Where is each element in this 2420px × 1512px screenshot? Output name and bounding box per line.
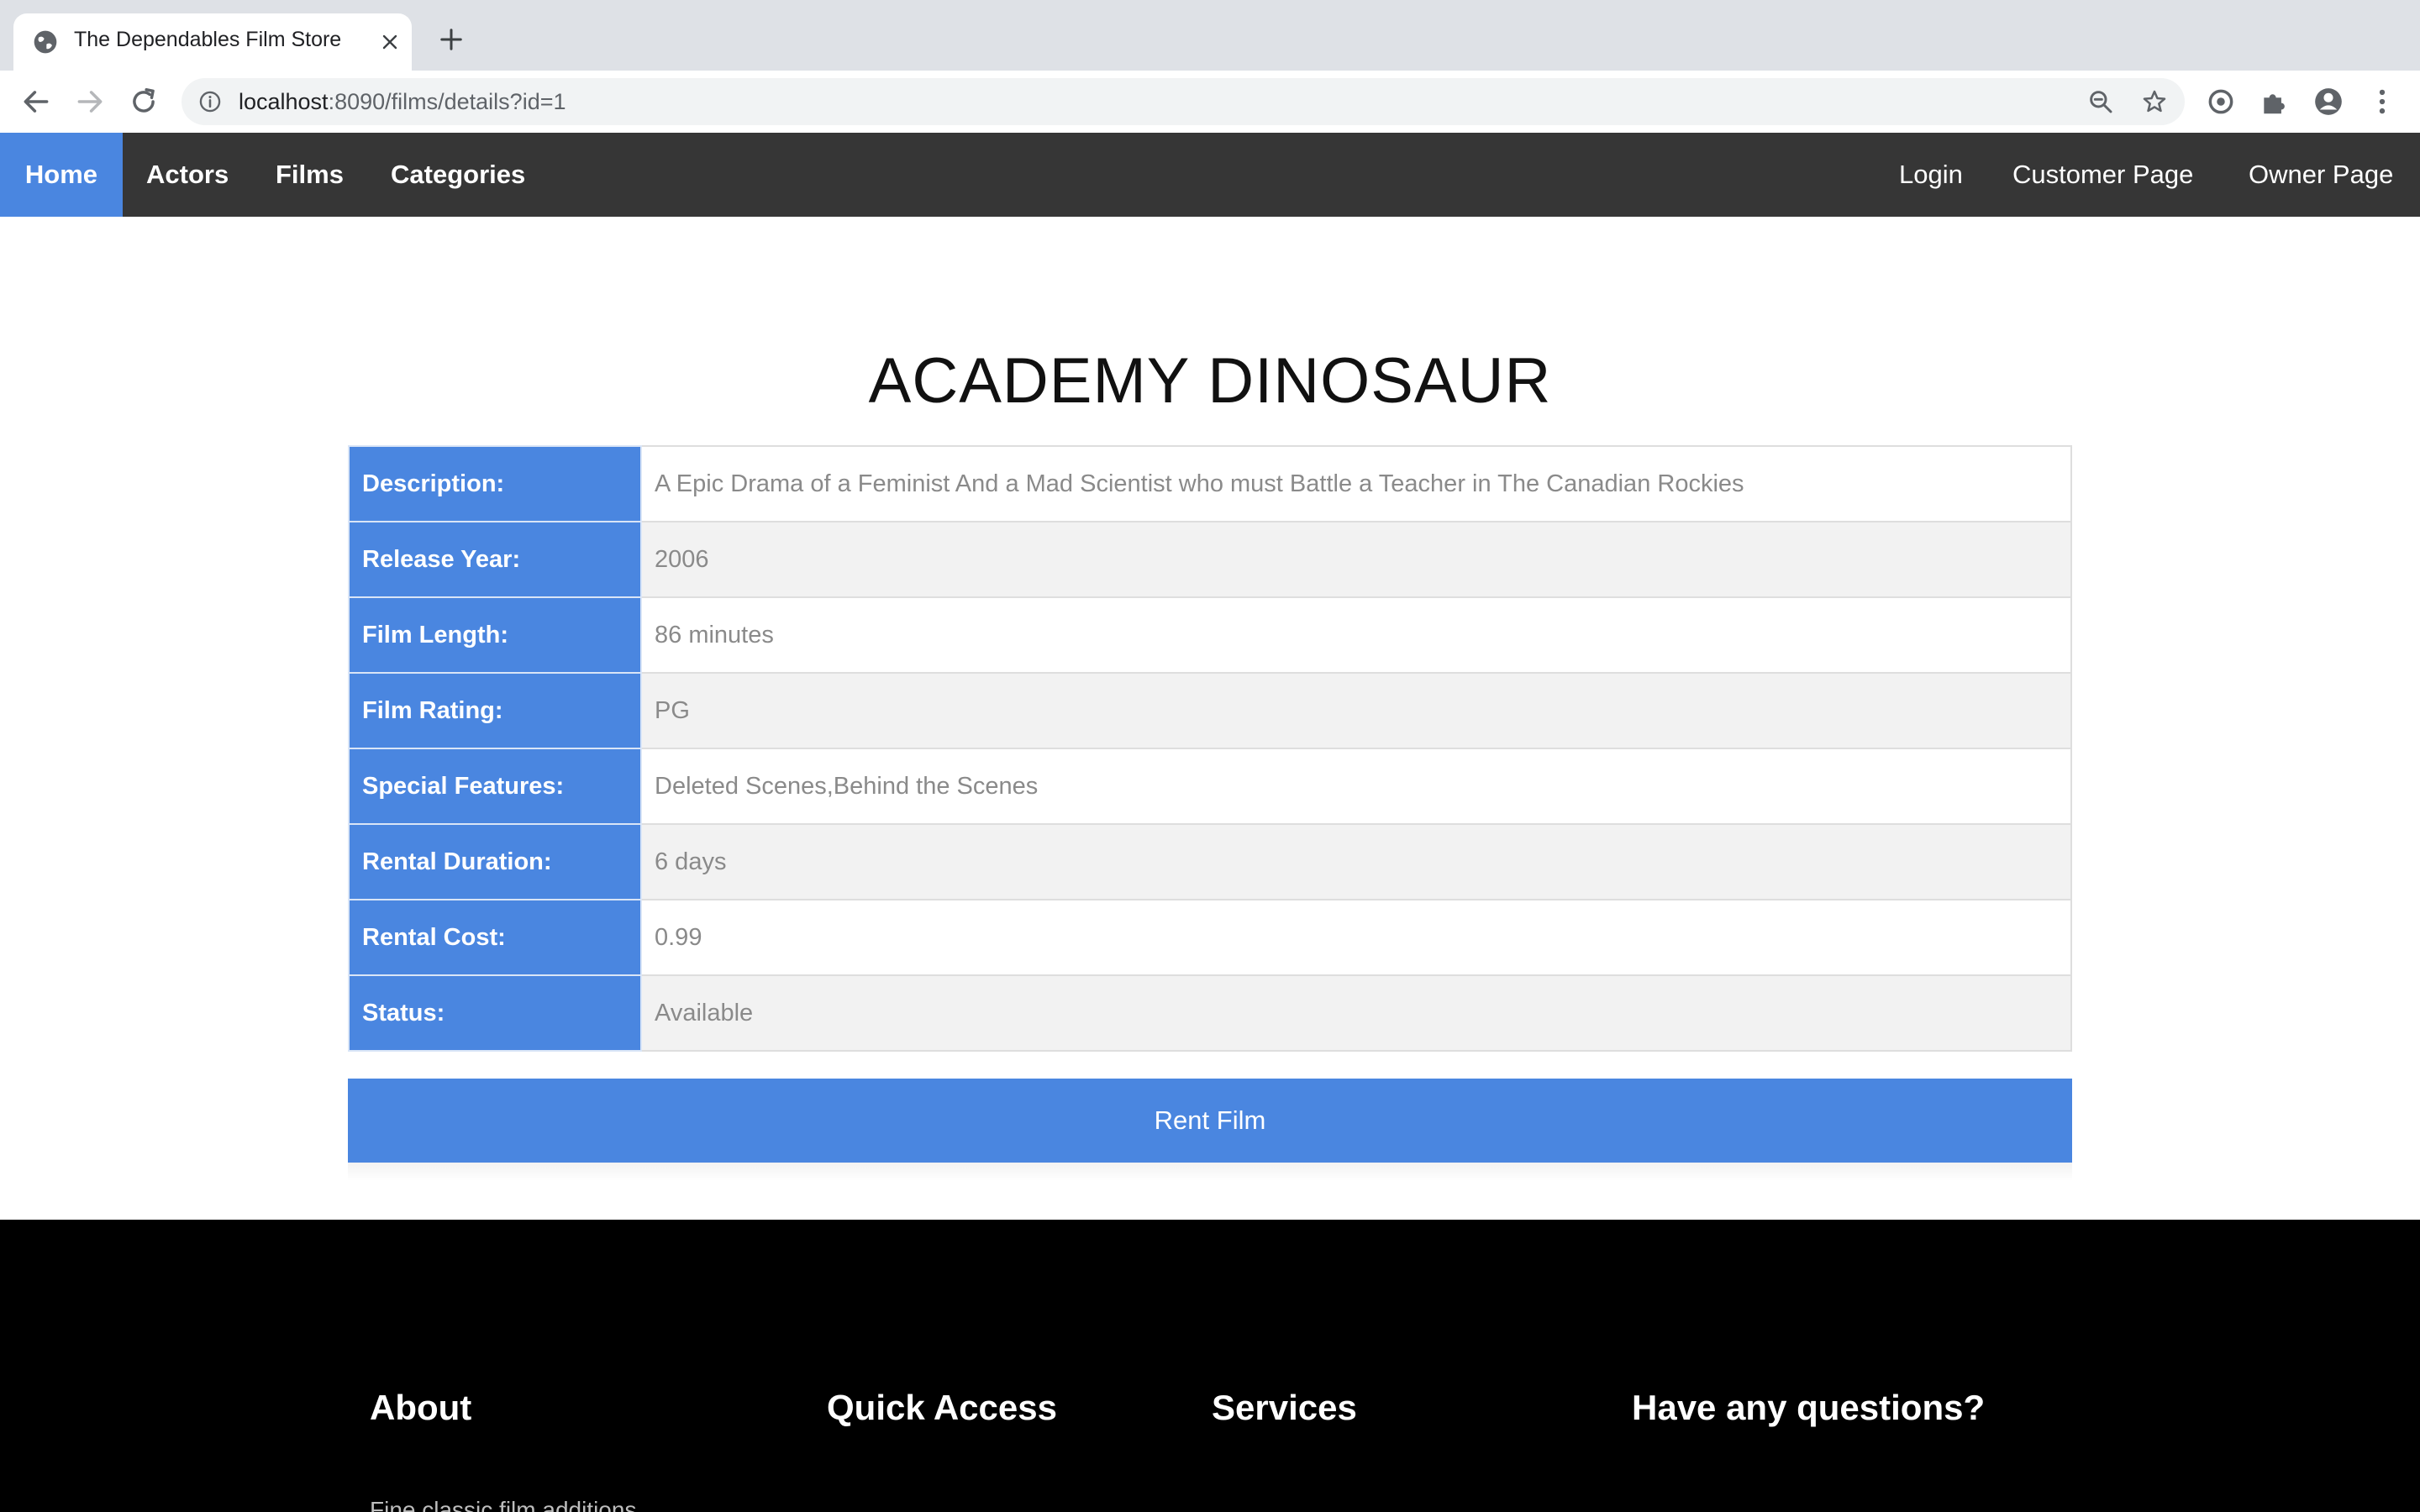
reload-icon[interactable]: [128, 86, 160, 118]
details-row-rental-cost: Rental Cost: 0.99: [348, 899, 2072, 976]
footer-heading-about: About: [370, 1388, 472, 1427]
tab-title: The Dependables Film Store: [74, 28, 342, 51]
details-row-status: Status: Available: [348, 974, 2072, 1052]
browser-tab[interactable]: The Dependables Film Store: [13, 13, 412, 71]
site-footer: About Quick Access Services Have any que…: [0, 1220, 2420, 1512]
nav-films[interactable]: Films: [276, 133, 344, 217]
footer-heading-services: Services: [1212, 1388, 1357, 1427]
extensions-puzzle-icon[interactable]: [2259, 86, 2291, 118]
rent-film-button[interactable]: Rent Film: [348, 1079, 2072, 1163]
nav-categories[interactable]: Categories: [391, 133, 525, 217]
film-rating-value: PG: [640, 672, 2072, 749]
footer-about-text: Fine classic film additions: [370, 1497, 637, 1512]
footer-heading-questions: Have any questions?: [1632, 1388, 1986, 1427]
special-features-label: Special Features:: [348, 748, 642, 825]
nav-home[interactable]: Home: [0, 133, 123, 217]
film-rating-label: Film Rating:: [348, 672, 642, 749]
details-row-film-length: Film Length: 86 minutes: [348, 596, 2072, 674]
more-menu-icon[interactable]: [2366, 86, 2398, 118]
special-features-value: Deleted Scenes,Behind the Scenes: [640, 748, 2072, 825]
address-bar[interactable]: localhost:8090/films/details?id=1: [182, 78, 2185, 125]
nav-login[interactable]: Login: [1899, 133, 1963, 217]
back-arrow-icon[interactable]: [20, 86, 52, 118]
status-value: Available: [640, 974, 2072, 1052]
browser-tabstrip: The Dependables Film Store: [0, 0, 2420, 71]
nav-owner-page[interactable]: Owner Page: [2249, 133, 2393, 217]
profile-avatar-icon[interactable]: [2312, 86, 2344, 118]
zoom-icon[interactable]: [2087, 88, 2114, 115]
footer-heading-quick-access: Quick Access: [827, 1388, 1057, 1427]
rental-cost-label: Rental Cost:: [348, 899, 642, 976]
release-year-label: Release Year:: [348, 521, 642, 598]
site-navbar: Home Actors Films Categories Login Custo…: [0, 133, 2420, 217]
browser-toolbar: localhost:8090/films/details?id=1: [0, 71, 2420, 134]
nav-customer-page[interactable]: Customer Page: [2012, 133, 2193, 217]
status-label: Status:: [348, 974, 642, 1052]
film-details-table: Description: A Epic Drama of a Feminist …: [348, 445, 2072, 1052]
details-row-release-year: Release Year: 2006: [348, 521, 2072, 598]
url-text[interactable]: localhost:8090/films/details?id=1: [239, 89, 566, 115]
new-tab-icon[interactable]: [439, 27, 464, 52]
close-icon[interactable]: [380, 32, 400, 52]
url-path: :8090/films/details?id=1: [328, 89, 566, 114]
details-row-rental-duration: Rental Duration: 6 days: [348, 823, 2072, 900]
sync-icon[interactable]: [2205, 86, 2237, 118]
details-row-film-rating: Film Rating: PG: [348, 672, 2072, 749]
info-icon[interactable]: [198, 90, 222, 113]
button-shadow-divider: [348, 1163, 2072, 1181]
forward-arrow-icon[interactable]: [74, 86, 106, 118]
nav-actors[interactable]: Actors: [146, 133, 229, 217]
description-value: A Epic Drama of a Feminist And a Mad Sci…: [640, 445, 2072, 522]
rental-duration-label: Rental Duration:: [348, 823, 642, 900]
release-year-value: 2006: [640, 521, 2072, 598]
bookmark-star-icon[interactable]: [2141, 88, 2168, 115]
film-length-value: 86 minutes: [640, 596, 2072, 674]
url-host: localhost: [239, 89, 329, 114]
rental-duration-value: 6 days: [640, 823, 2072, 900]
film-length-label: Film Length:: [348, 596, 642, 674]
film-title: ACADEMY DINOSAUR: [868, 345, 1552, 417]
details-row-description: Description: A Epic Drama of a Feminist …: [348, 445, 2072, 522]
rental-cost-value: 0.99: [640, 899, 2072, 976]
details-row-special-features: Special Features: Deleted Scenes,Behind …: [348, 748, 2072, 825]
globe-icon: [34, 30, 57, 54]
description-label: Description:: [348, 445, 642, 522]
